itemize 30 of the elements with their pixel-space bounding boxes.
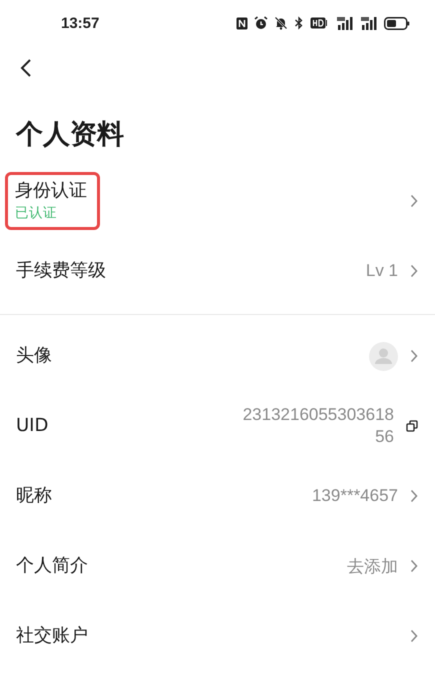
battery-icon: [384, 16, 410, 30]
status-time: 13:57: [61, 14, 100, 32]
chevron-icon[interactable]: [410, 194, 418, 208]
verified-status: 已认证: [15, 204, 58, 223]
chevron-icon[interactable]: [410, 264, 418, 278]
chevron-icon[interactable]: [410, 559, 418, 573]
row-label: 头像: [16, 344, 52, 368]
signal-icon: [360, 16, 378, 30]
row-label: 手续费等级: [16, 259, 106, 283]
signal-icon: [334, 16, 354, 30]
nfc-icon: [236, 16, 248, 30]
back-icon[interactable]: [20, 58, 32, 78]
copy-icon[interactable]: [406, 420, 418, 432]
row-label: 身份认证: [15, 179, 87, 203]
chevron-icon[interactable]: [410, 629, 418, 643]
row-label: UID: [16, 414, 48, 438]
page-title: 个人资料: [16, 118, 125, 152]
bluetooth-icon: [294, 16, 304, 30]
row-value: Lv 1: [366, 261, 398, 281]
row-value: 去添加: [347, 556, 398, 578]
row-label: 社交账户: [16, 624, 88, 648]
uid-value: 231321605530361856: [242, 404, 394, 448]
row-label: 昵称: [16, 484, 52, 508]
alarm-icon: [254, 16, 268, 30]
row-label: 个人简介: [16, 554, 88, 578]
row-value: 139***4657: [312, 486, 398, 506]
chevron-icon[interactable]: [410, 489, 418, 503]
chevron-icon[interactable]: [410, 349, 418, 363]
muted-bell-icon: [274, 16, 288, 30]
hd-icon: [310, 17, 328, 29]
